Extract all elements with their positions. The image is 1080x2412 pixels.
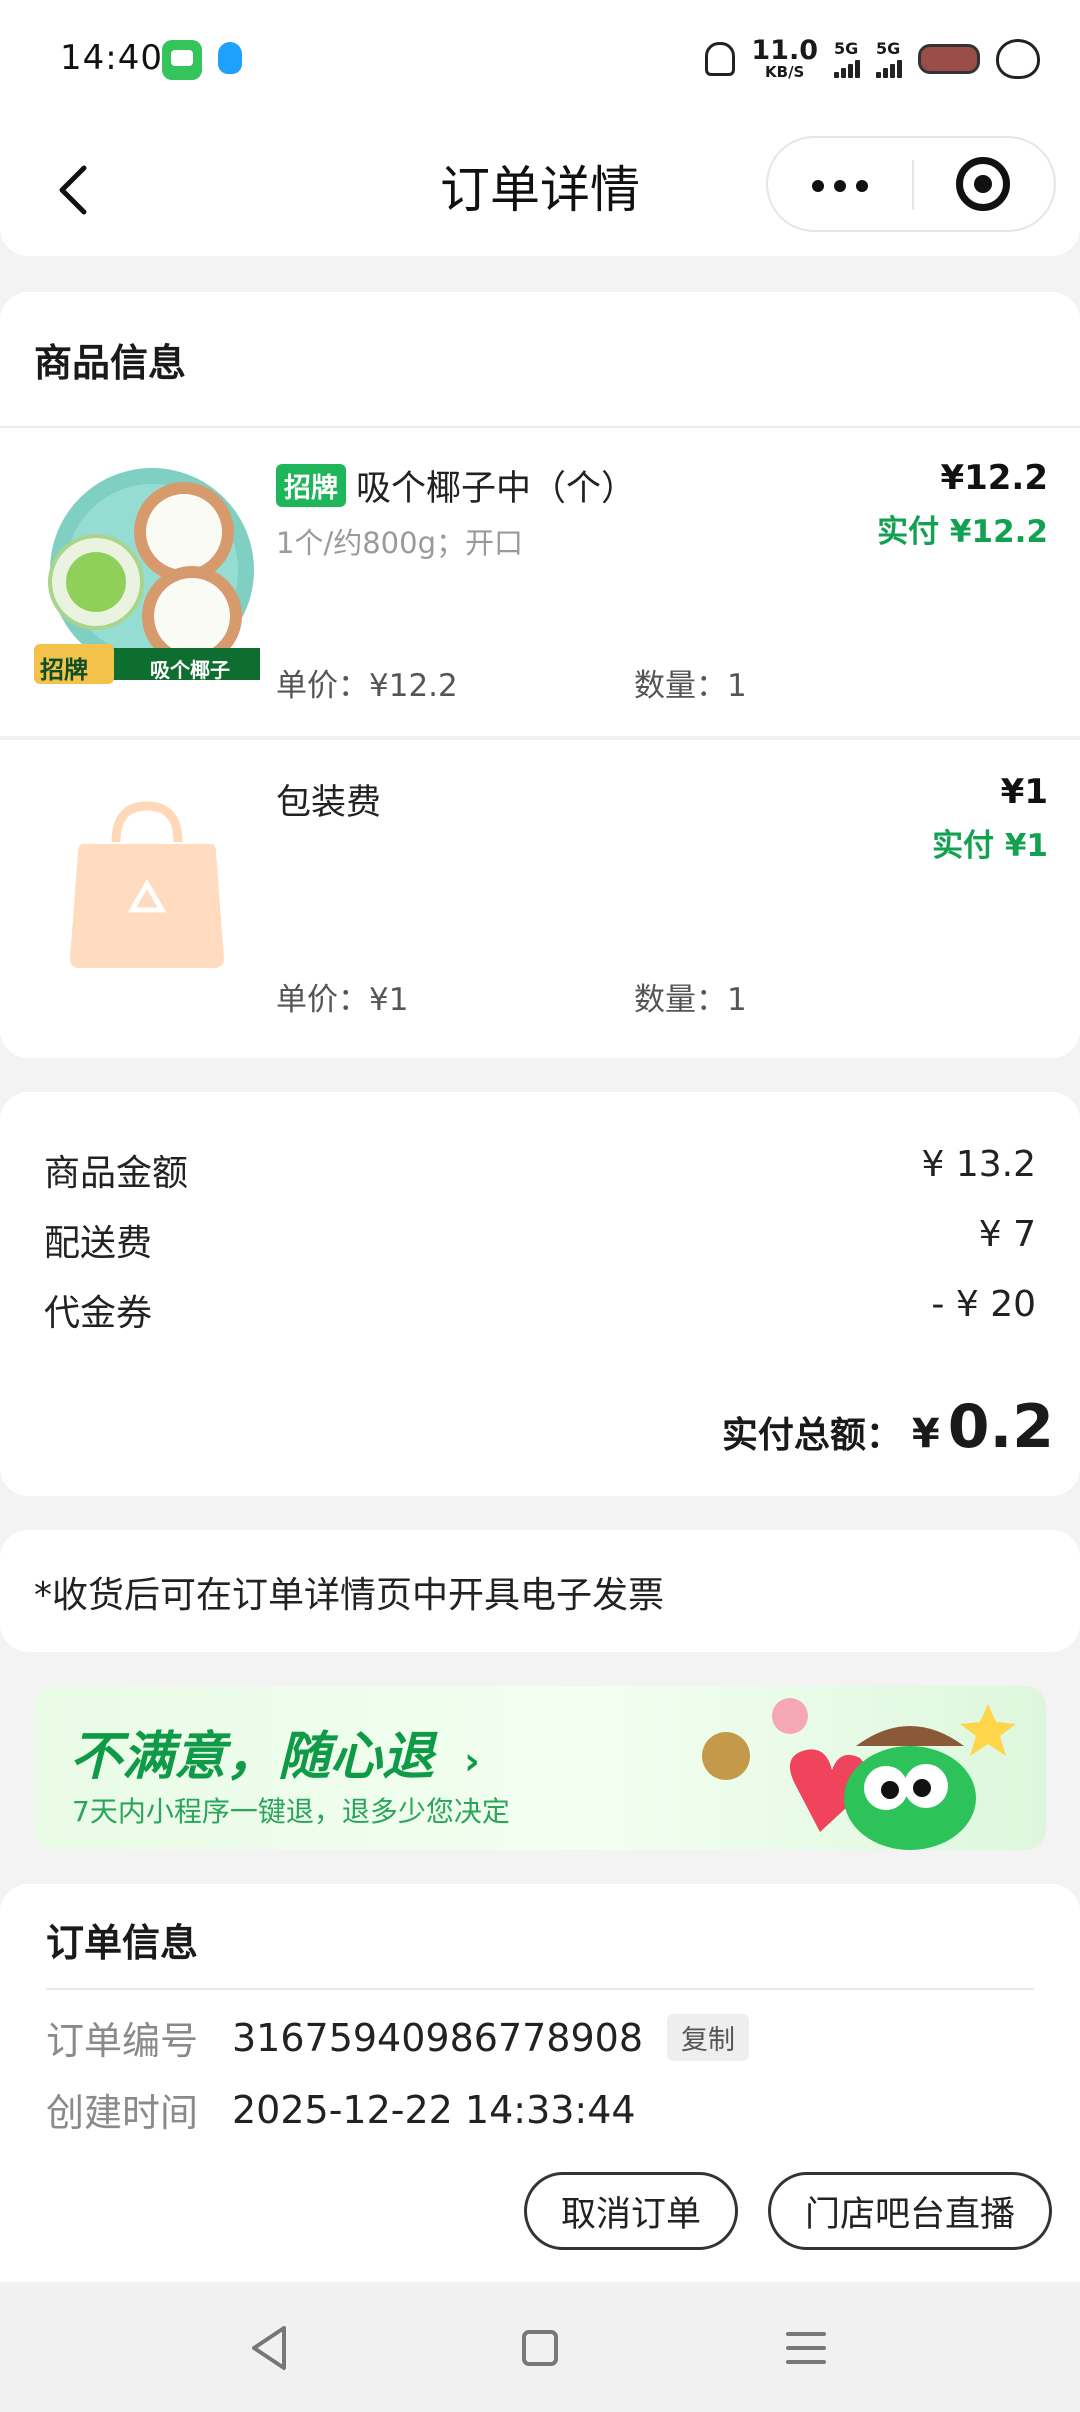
created-time-row: 创建时间 2025-12-22 14:33:44 (46, 2082, 636, 2137)
network-speed-unit: KB/S (765, 63, 805, 81)
nav-back-button[interactable] (240, 2318, 300, 2378)
invoice-card: *收货后可在订单详情页中开具电子发票 (0, 1530, 1080, 1652)
order-info-header: 订单信息 (46, 1921, 199, 1965)
goods-item-packaging[interactable]: 包装费 ¥1 实付 ¥1 单价：¥1 数量：1 (0, 744, 1080, 1054)
goods-name-text: 包装费 (276, 783, 382, 823)
cancel-order-button[interactable]: 取消订单 (524, 2172, 738, 2250)
copy-button[interactable]: 复制 (667, 2014, 750, 2061)
goods-quantity: 数量：1 (634, 668, 747, 704)
goods-paid: 实付 ¥12.2 (877, 514, 1048, 550)
goods-quantity: 数量：1 (634, 982, 747, 1018)
summary-label: 代金券 (44, 1293, 153, 1334)
goods-paid: 实付 ¥1 (932, 828, 1048, 864)
goods-unit-price: 单价：¥12.2 (276, 668, 458, 704)
more-menu-button[interactable] (768, 138, 912, 230)
banner-title: 不满意，随心退 › (70, 1727, 480, 1787)
battery-icon (918, 44, 980, 74)
order-number-value: 31675940986778908 (232, 2015, 644, 2060)
summary-row-voucher: 代金券 - ¥ 20 (44, 1284, 1036, 1336)
goods-info-card: 商品信息 招牌 吸个椰子 招牌 吸个椰子中（个） 1个/约800g；开口 ¥12… (0, 292, 1080, 1058)
status-bar: 14:40 11.0 KB/S 5G 5G (0, 0, 1080, 124)
chevron-right-icon: › (464, 1739, 480, 1783)
goods-item-coconut[interactable]: 招牌 吸个椰子 招牌 吸个椰子中（个） 1个/约800g；开口 ¥12.2 实付… (0, 430, 1080, 740)
goods-price: ¥12.2 (940, 458, 1048, 498)
signal-5g-1: 5G (834, 40, 860, 78)
refund-promo-banner[interactable]: 不满意，随心退 › 7天内小程序一键退，退多少您决定 (34, 1686, 1046, 1850)
menu-lines-icon (786, 2332, 826, 2364)
created-time-label: 创建时间 (46, 2091, 199, 2135)
total-label: 实付总额： (721, 1415, 902, 1456)
thumb-caption: 吸个椰子 (150, 658, 230, 682)
triangle-back-icon (252, 2326, 286, 2370)
close-miniprogram-button[interactable] (914, 138, 1058, 230)
square-home-icon (522, 2330, 558, 2366)
signal-5g-2-label: 5G (876, 39, 901, 58)
goods-unit-price: 单价：¥1 (276, 982, 409, 1018)
status-time: 14:40 (60, 38, 163, 78)
goods-info-header: 商品信息 (0, 292, 1080, 428)
goods-name: 招牌 吸个椰子中（个） (276, 460, 636, 511)
goods-name-text: 吸个椰子中（个） (356, 469, 637, 509)
order-number-row: 订单编号 31675940986778908 复制 (46, 2010, 750, 2065)
signal-5g-1-label: 5G (834, 39, 859, 58)
messages-app-icon (162, 40, 202, 80)
summary-value: ¥ 13.2 (921, 1144, 1036, 1185)
chevron-left-icon (59, 165, 87, 215)
order-info-card: 订单信息 订单编号 31675940986778908 复制 创建时间 2025… (0, 1884, 1080, 2184)
goods-spec: 1个/约800g；开口 (276, 526, 523, 560)
signature-tag: 招牌 (276, 464, 346, 507)
summary-row-goods-amount: 商品金额 ¥ 13.2 (44, 1144, 1036, 1196)
total-paid: 实付总额： ¥ 0.2 (722, 1392, 1054, 1462)
store-live-button[interactable]: 门店吧台直播 (768, 2172, 1052, 2250)
total-amount: 0.2 (947, 1392, 1054, 1462)
network-speed: 11.0 KB/S (751, 35, 818, 81)
total-currency: ¥ (911, 1411, 940, 1457)
system-navigation-bar (0, 2282, 1080, 2412)
thumb-badge: 招牌 (40, 656, 88, 684)
miniprogram-capsule (766, 136, 1056, 232)
summary-label: 配送费 (44, 1223, 153, 1264)
created-time-value: 2025-12-22 14:33:44 (232, 2087, 636, 2132)
nav-bar: 订单详情 (0, 124, 1080, 256)
signal-bars-icon (834, 58, 860, 78)
goods-price: ¥1 (1000, 772, 1048, 812)
goods-name: 包装费 (276, 774, 381, 825)
signal-bars-icon (876, 58, 902, 78)
qq-app-icon (210, 40, 250, 80)
shopping-bag-icon (34, 780, 260, 1008)
mascot-illustration (702, 1698, 1016, 1850)
summary-label: 商品金额 (44, 1153, 189, 1194)
summary-row-delivery-fee: 配送费 ¥ 7 (44, 1214, 1036, 1266)
order-number-label: 订单编号 (46, 2019, 199, 2063)
banner-subtitle: 7天内小程序一键退，退多少您决定 (72, 1795, 510, 1828)
back-button[interactable] (40, 154, 112, 226)
bottom-action-bar: 取消订单 门店吧台直播 (0, 2140, 1080, 2282)
signal-5g-2: 5G (876, 40, 902, 78)
summary-value: - ¥ 20 (931, 1284, 1036, 1325)
notification-face-icon (996, 39, 1040, 79)
divider (46, 1988, 1034, 1990)
price-summary-card: 商品金额 ¥ 13.2 配送费 ¥ 7 代金券 - ¥ 20 实付总额： ¥ 0… (0, 1092, 1080, 1496)
alarm-icon (705, 42, 736, 76)
invoice-note: *收货后可在订单详情页中开具电子发票 (34, 1575, 665, 1616)
coconut-product-image: 招牌 吸个椰子 (34, 466, 260, 694)
nav-home-button[interactable] (510, 2318, 570, 2378)
nav-menu-button[interactable] (776, 2318, 836, 2378)
network-speed-value: 11.0 (751, 35, 818, 66)
summary-value: ¥ 7 (978, 1214, 1036, 1255)
status-indicators: 11.0 KB/S 5G 5G (705, 34, 1040, 84)
